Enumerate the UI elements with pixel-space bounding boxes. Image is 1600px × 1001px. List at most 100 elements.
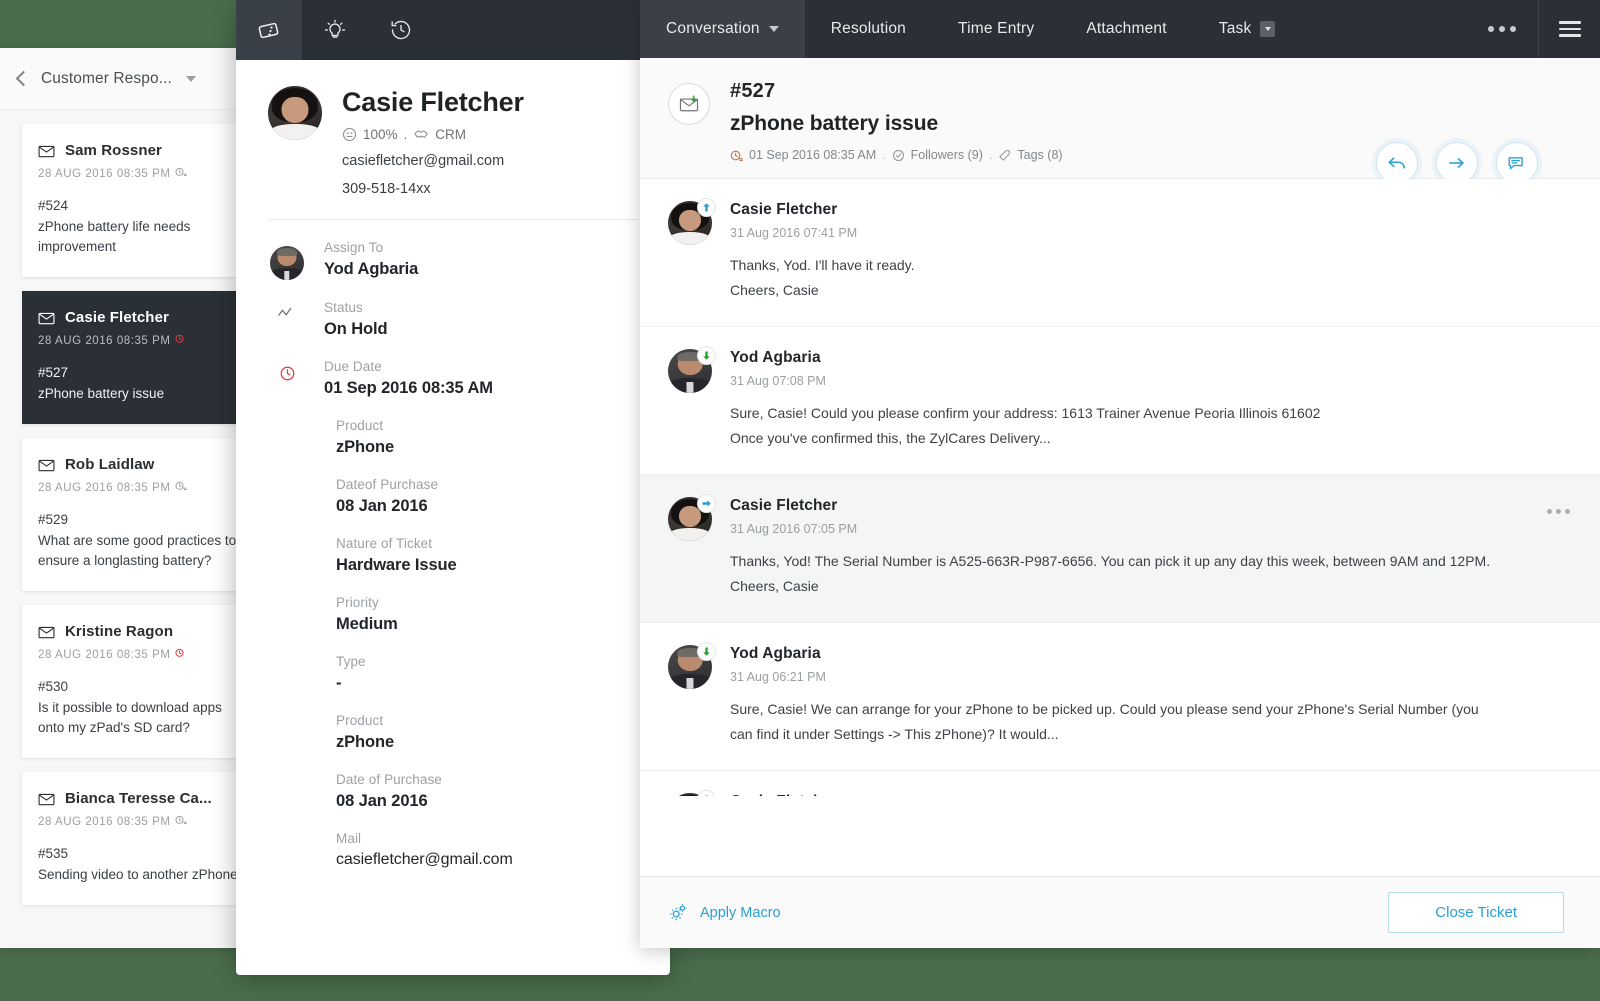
tab-label: Task [1218,20,1252,37]
ticket-list-item[interactable]: Rob Laidlaw 28 AUG 2016 08:35 PM #529 What … [22,438,260,591]
contact-field[interactable]: Due Date 01 Sep 2016 08:35 AM [236,339,670,398]
ticket-list-title[interactable]: Customer Respo... [41,70,172,88]
ticket-list-item[interactable]: Sam Rossner 28 AUG 2016 08:35 PM #524 zPhon… [22,124,260,277]
ticket-submeta: 01 Sep 2016 08:35 AM . Followers (9) . T… [730,148,1063,162]
ticket-item-id: #529 [38,512,69,527]
contact-phone[interactable]: 309-518-14xx [342,181,524,197]
tab-resolution[interactable]: Resolution [805,0,932,58]
envelope-icon [38,793,55,805]
contact-field-label: Due Date [324,359,382,374]
ticket-item-date-text: 28 AUG 2016 08:35 PM [38,167,171,180]
ticket-list-item[interactable]: Bianca Teresse Ca... 28 AUG 2016 08:35 PM… [22,772,260,905]
contact-field[interactable]: Product zPhone [236,398,670,457]
contact-panel-toolbar [236,0,670,60]
contact-field[interactable]: Dateof Purchase 08 Jan 2016 [236,457,670,516]
contact-field[interactable]: Type - [236,634,670,693]
message-line: can find it under Settings -> This zPhon… [730,726,1059,742]
message-more-icon[interactable] [1547,509,1570,514]
contact-field[interactable]: Priority Medium [236,575,670,634]
contact-field[interactable]: Date of Purchase 08 Jan 2016 [236,752,670,811]
tab-attachment[interactable]: Attachment [1060,0,1192,58]
contact-detail-panel: Casie Fletcher 100% . CRM casiefletcher@… [236,0,670,975]
conversation-thread[interactable]: Casie Fletcher 31 Aug 2016 07:41 PM Thanks… [640,179,1600,796]
lightbulb-icon[interactable] [302,0,368,60]
message-author: Yod Agbaria [730,645,821,662]
assignee-avatar [268,240,306,280]
ticket-item-name: Bianca Teresse Ca... [65,790,212,807]
ticket-list-scroll[interactable]: Sam Rossner 28 AUG 2016 08:35 PM #524 zPhon… [0,110,260,948]
tab-time-entry[interactable]: Time Entry [932,0,1060,58]
contact-field-value: 08 Jan 2016 [336,792,428,810]
apply-macro-button[interactable]: Apply Macro [668,902,781,923]
ticket-item-name: Sam Rossner [65,142,162,159]
meta-separator: . [403,127,408,142]
comment-button[interactable] [1496,142,1538,184]
contact-field-value: casiefletcher@gmail.com [336,851,513,868]
contact-meta: 100% . CRM [342,127,524,142]
ticket-item-clock-icon [175,480,188,495]
ticket-item-date: 28 AUG 2016 08:35 PM [38,166,244,181]
clock-red-icon [268,359,306,398]
ticket-item-subject: zPhone battery life needs improvement [38,219,191,254]
contact-field-label: Priority [336,595,379,610]
ticket-item-clock-icon [175,333,187,348]
tag-icon [999,149,1011,161]
contact-field[interactable]: Status On Hold [236,280,670,339]
ticket-list-item[interactable]: Kristine Ragon 28 AUG 2016 08:35 PM #530 Is… [22,605,260,758]
check-circle-icon [892,149,904,161]
message-timestamp: 31 Aug 2016 07:41 PM [730,226,858,240]
contact-field[interactable]: Mail casiefletcher@gmail.com [236,811,670,869]
close-ticket-button[interactable]: Close Ticket [1388,892,1564,933]
ticket-item-id: #535 [38,846,69,861]
more-horizontal-icon[interactable] [1466,0,1538,58]
contact-field-label: Nature of Ticket [336,536,433,551]
contact-field-value: On Hold [324,320,388,338]
ticket-list-panel: Customer Respo... Sam Rossner 28 AUG 2016… [0,48,260,948]
conversation-message[interactable]: Casie Fletcher 31 Aug 2016 07:05 PM Thanks… [640,475,1600,623]
status-line-icon [268,300,306,339]
message-author: Casie Fletcher [730,497,838,514]
message-direction-badge-icon [697,198,716,217]
ticket-main-panel: Conversation Resolution Time Entry Attachme… [640,0,1600,948]
conversation-message[interactable]: Yod Agbaria 31 Aug 06:21 PM Sure, Casie! W… [640,623,1600,771]
caret-down-icon[interactable] [768,26,779,32]
contact-email[interactable]: casiefletcher@gmail.com [342,153,524,169]
contact-field[interactable]: Nature of Ticket Hardware Issue [236,516,670,575]
contact-field-label: Product [336,418,384,433]
message-line: Sure, Casie! Could you please confirm yo… [730,405,1321,421]
conversation-message[interactable]: Yod Agbaria 31 Aug 07:08 PM Sure, Casie! C… [640,327,1600,475]
forward-button[interactable] [1436,142,1478,184]
conversation-message[interactable]: Casie Fletcher31 Aug 06:15 PM [640,771,1600,796]
contact-card-icon[interactable] [236,0,302,60]
ticket-tags[interactable]: Tags (8) [1017,148,1062,162]
ticket-header: #527 zPhone battery issue 01 Sep 2016 08… [640,58,1600,184]
chevron-left-icon[interactable] [15,70,32,87]
message-author: Casie Fletcher [730,793,1570,796]
tab-label: Conversation [666,20,760,37]
message-line: Thanks, Yod! The Serial Number is A525-6… [730,553,1491,569]
ticket-item-id: #527 [38,365,69,380]
ticket-item-id: #524 [38,198,69,213]
caret-down-icon[interactable] [185,75,196,82]
envelope-icon [38,626,55,638]
ticket-followers[interactable]: Followers (9) [911,148,983,162]
tab-task[interactable]: Task [1193,0,1302,58]
ticket-list-item[interactable]: Casie Fletcher 28 AUG 2016 08:35 PM #527 zP… [22,291,260,424]
submeta-sep-2: . [988,148,993,162]
ticket-number: #527 [730,80,776,102]
ticket-tabs: Conversation Resolution Time Entry Attachme… [640,0,1600,58]
contact-field[interactable]: Assign To Yod Agbaria [236,220,670,280]
contact-field-value: zPhone [336,733,395,751]
message-timestamp: 31 Aug 2016 07:05 PM [730,522,858,536]
ticket-item-name: Kristine Ragon [65,623,174,640]
tab-conversation[interactable]: Conversation [640,0,805,58]
message-line: Once you've confirmed this, the ZylCares… [730,430,1051,446]
contact-field-label: Product [336,713,384,728]
history-clock-icon[interactable] [368,0,434,60]
reply-button[interactable] [1376,142,1418,184]
contact-field[interactable]: Product zPhone [236,693,670,752]
conversation-message[interactable]: Casie Fletcher 31 Aug 2016 07:41 PM Thanks… [640,179,1600,327]
hamburger-menu-icon[interactable] [1538,0,1600,58]
happiness-value: 100% [363,127,398,142]
tab-dropdown-chip-icon[interactable] [1260,21,1276,37]
